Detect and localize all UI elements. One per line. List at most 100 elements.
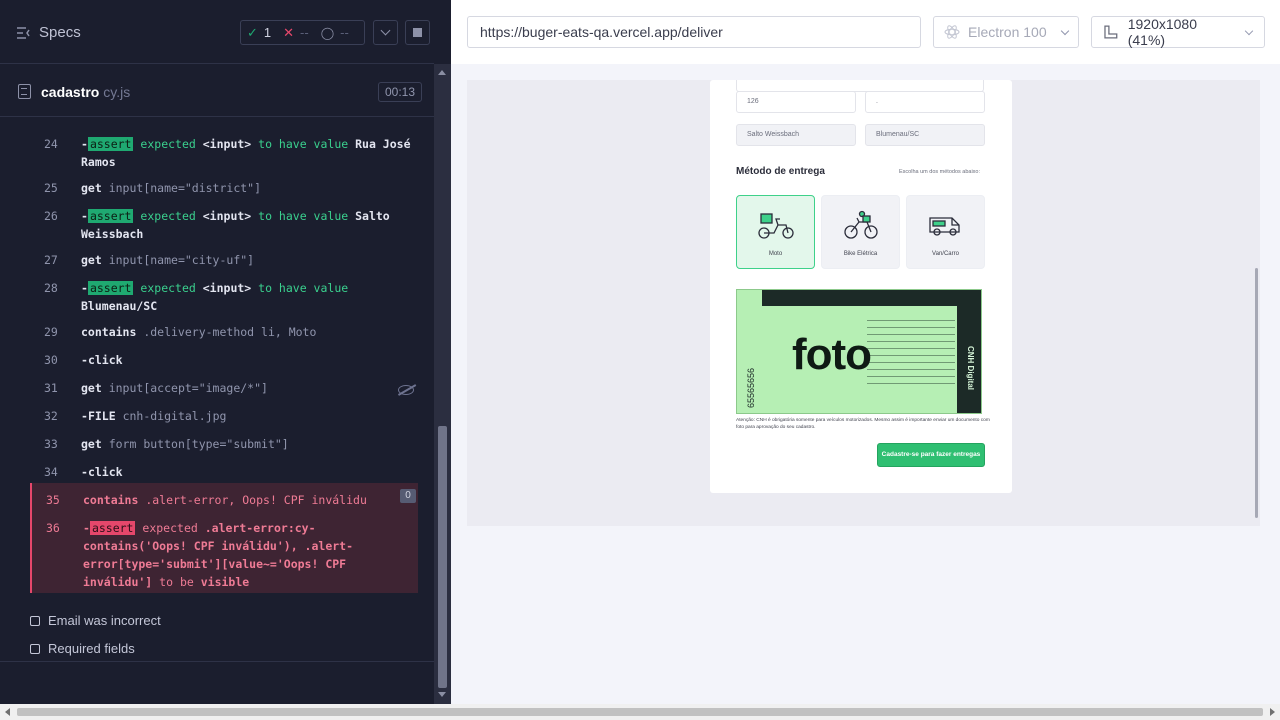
command-row[interactable]: 33 get form button[type="submit"] bbox=[30, 435, 418, 453]
command-message: -click bbox=[81, 463, 416, 481]
command-row[interactable]: 29 contains .delivery-method li, Moto bbox=[30, 323, 418, 341]
command-part: click bbox=[87, 353, 123, 367]
bike-icon bbox=[844, 210, 878, 239]
chevron-down-icon bbox=[1244, 26, 1254, 35]
command-part: expected bbox=[140, 137, 196, 151]
command-row[interactable]: 32 -FILE cnh-digital.jpg bbox=[30, 407, 418, 425]
command-part: .delivery-method li, Moto bbox=[136, 325, 317, 339]
command-message: - assert expected .alert-error:cy-contain… bbox=[83, 519, 418, 591]
url-bar[interactable]: https://buger-eats-qa.vercel.app/deliver bbox=[467, 16, 921, 48]
command-part: expected bbox=[140, 209, 196, 223]
delivery-method-van[interactable]: Van/Carro bbox=[906, 195, 985, 269]
delivery-method-bike[interactable]: Bike Elétrica bbox=[821, 195, 900, 269]
command-part: form button[type="submit"] bbox=[101, 437, 289, 451]
stop-button[interactable] bbox=[405, 20, 430, 45]
test-title: Required fields bbox=[48, 641, 135, 656]
reporter-scrollbar[interactable] bbox=[434, 64, 451, 704]
command-part: get bbox=[81, 381, 102, 395]
command-row[interactable]: 25 get input[name="district"] bbox=[30, 179, 418, 197]
command-row-failed[interactable]: 36 - assert expected .alert-error:cy-conta… bbox=[30, 511, 418, 593]
command-message: get form button[type="submit"] bbox=[81, 435, 416, 453]
scrollbar-thumb[interactable] bbox=[1255, 268, 1258, 518]
browser-selector[interactable]: Electron 100 bbox=[933, 16, 1079, 48]
command-row[interactable]: 26 - assert expected <input> to have value… bbox=[30, 207, 418, 243]
failed-stat: ✕ -- bbox=[277, 25, 315, 41]
horizontal-scrollbar[interactable] bbox=[0, 704, 1280, 720]
command-part: input[name="city-uf"] bbox=[101, 253, 255, 267]
command-part: - bbox=[81, 281, 88, 295]
check-icon: ✓ bbox=[247, 24, 258, 40]
method-label: Van/Carro bbox=[932, 251, 959, 257]
specs-label: Specs bbox=[39, 24, 81, 41]
command-part bbox=[196, 209, 203, 223]
command-number: 26 bbox=[44, 209, 58, 223]
spec-name[interactable]: cadastro cy.js bbox=[41, 84, 130, 100]
specs-toggle-button[interactable]: Specs bbox=[17, 24, 81, 41]
command-part: - bbox=[81, 353, 88, 367]
district-field[interactable]: Salto Weissbach bbox=[736, 124, 856, 146]
command-row[interactable]: 31 get input[accept="image/*"] bbox=[30, 379, 418, 397]
method-label: Bike Elétrica bbox=[843, 251, 878, 257]
command-part: get bbox=[81, 437, 102, 451]
command-message: - assert expected <input> to have value S… bbox=[81, 207, 416, 243]
x-icon: ✕ bbox=[283, 24, 295, 40]
command-row[interactable]: 28 - assert expected <input> to have value… bbox=[30, 279, 418, 315]
passed-count: 1 bbox=[263, 25, 272, 40]
command-part: Blumenau/SC bbox=[81, 299, 158, 313]
command-number: 29 bbox=[44, 325, 58, 339]
aut-scrollbar[interactable] bbox=[1254, 80, 1260, 526]
command-number: 33 bbox=[44, 437, 58, 451]
command-part: input[name="district"] bbox=[101, 181, 262, 195]
submit-button[interactable]: Cadastre-se para fazer entregas bbox=[877, 443, 985, 467]
command-part: input[accept="image/*"] bbox=[101, 381, 268, 395]
cnh-preview-image: CNH Digital foto 65565656 bbox=[736, 289, 982, 414]
spec-extension: cy.js bbox=[99, 84, 131, 100]
scroll-left-icon[interactable] bbox=[5, 708, 10, 716]
command-part: assert bbox=[87, 281, 134, 295]
scroll-down-icon[interactable] bbox=[438, 692, 446, 697]
command-message: - assert expected <input> to have value R… bbox=[81, 135, 416, 171]
command-row[interactable]: 24 - assert expected <input> to have value… bbox=[30, 135, 418, 171]
city-uf-field[interactable]: Blumenau/SC bbox=[865, 124, 985, 146]
command-message: -click bbox=[81, 351, 416, 369]
command-row[interactable]: 27 get input[name="city-uf"] bbox=[30, 251, 418, 269]
divider bbox=[0, 661, 434, 662]
browser-label: Electron 100 bbox=[968, 24, 1047, 40]
chevron-down-button[interactable] bbox=[373, 20, 398, 45]
command-row[interactable]: 30 -click bbox=[30, 351, 418, 369]
command-part: contains bbox=[83, 493, 139, 507]
test-status-icon bbox=[30, 643, 40, 654]
command-part: visible bbox=[200, 575, 250, 589]
pending-icon: ◯ bbox=[320, 25, 335, 40]
command-message: get input[name="city-uf"] bbox=[81, 251, 416, 269]
command-number: 28 bbox=[44, 281, 58, 295]
scroll-right-icon[interactable] bbox=[1270, 708, 1275, 716]
command-number: 35 bbox=[46, 493, 60, 507]
scrollbar-thumb[interactable] bbox=[17, 708, 1263, 716]
command-part: - bbox=[81, 409, 88, 423]
command-part: <input> bbox=[202, 137, 252, 151]
command-part: to be bbox=[152, 575, 201, 589]
command-part: - bbox=[81, 465, 88, 479]
command-part: assert bbox=[87, 209, 134, 223]
delivery-method-moto[interactable]: Moto bbox=[736, 195, 815, 269]
scroll-up-icon[interactable] bbox=[438, 70, 446, 75]
command-part: to have value bbox=[258, 281, 349, 295]
spec-filename: cadastro bbox=[41, 84, 100, 100]
command-row[interactable]: 34 -click bbox=[30, 463, 418, 481]
viewport-selector[interactable]: 1920x1080 (41%) bbox=[1091, 16, 1265, 48]
eye-slash-icon bbox=[398, 385, 414, 395]
test-item-email[interactable]: Email was incorrect bbox=[30, 613, 161, 628]
failed-count: -- bbox=[300, 25, 309, 40]
command-part: click bbox=[87, 465, 123, 479]
command-part bbox=[196, 137, 203, 151]
command-part bbox=[196, 281, 203, 295]
command-part: assert bbox=[87, 137, 134, 151]
test-item-required[interactable]: Required fields bbox=[30, 641, 135, 656]
complement-field[interactable]: . bbox=[865, 91, 985, 113]
command-row-failed[interactable]: 35 contains .alert-error, Oops! CPF invál… bbox=[30, 483, 418, 511]
number-field[interactable]: 126 bbox=[736, 91, 856, 113]
command-number: 25 bbox=[44, 181, 58, 195]
scrollbar-thumb[interactable] bbox=[438, 426, 447, 688]
command-part: expected bbox=[140, 281, 196, 295]
